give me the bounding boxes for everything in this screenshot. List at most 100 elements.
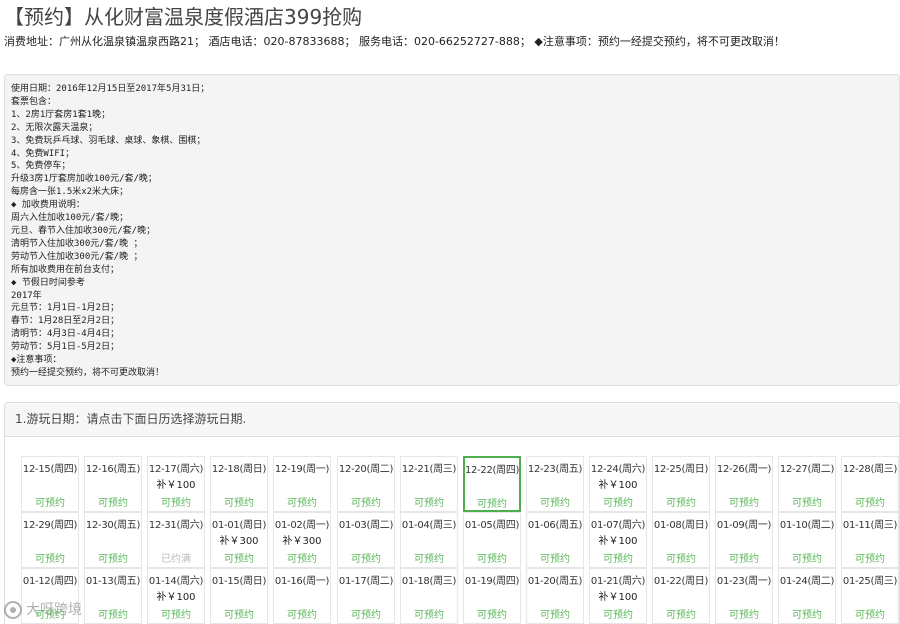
calendar-day-cell[interactable]: 12-15(周四) 可预约	[21, 456, 79, 512]
detail-line: 1、2房1厅套房1套1晚；	[11, 109, 111, 120]
day-status: 可预约	[351, 498, 381, 509]
calendar-day-cell[interactable]: 01-04(周三) 可预约	[400, 512, 458, 568]
day-date-label: 12-19(周一)	[274, 464, 330, 475]
day-date-label: 01-07(周六)	[590, 520, 646, 531]
detail-line: 元旦节：1月1日-1月2日；	[11, 303, 120, 314]
day-status: 可预约	[792, 498, 822, 509]
day-date-label: 01-22(周日)	[653, 576, 709, 587]
calendar-day-cell[interactable]: 12-23(周五) 可预约	[526, 456, 584, 512]
calendar-day-cell[interactable]: 01-09(周一) 可预约	[715, 512, 773, 568]
calendar-day-cell[interactable]: 01-17(周二) 可预约	[337, 568, 395, 624]
calendar-day-cell[interactable]: 01-21(周六) 补￥100 可预约	[589, 568, 647, 624]
day-date-label: 12-17(周六)	[148, 464, 204, 475]
detail-line: 3、免费玩乒乓球、羽毛球、桌球、象棋、围棋；	[11, 135, 206, 146]
day-date-label: 01-10(周二)	[779, 520, 835, 531]
day-date-label: 01-06(周五)	[527, 520, 583, 531]
calendar-day-cell[interactable]: 12-25(周日) 可预约	[652, 456, 710, 512]
day-date-label: 01-21(周六)	[590, 576, 646, 587]
day-surcharge: 补￥100	[598, 536, 638, 547]
calendar-day-cell[interactable]: 01-06(周五) 可预约	[526, 512, 584, 568]
day-status: 可预约	[666, 610, 696, 621]
calendar-day-cell[interactable]: 12-16(周五) 可预约	[84, 456, 142, 512]
calendar-day-cell[interactable]: 01-19(周四) 可预约	[463, 568, 521, 624]
detail-line: 2017年	[11, 290, 42, 301]
calendar-day-cell[interactable]: 01-05(周四) 可预约	[463, 512, 521, 568]
day-date-label: 01-13(周五)	[85, 576, 141, 587]
detail-line: ◆ 加收费用说明：	[11, 200, 85, 211]
day-status: 可预约	[540, 498, 570, 509]
calendar-day-cell[interactable]: 01-24(周二) 可预约	[778, 568, 836, 624]
day-date-label: 01-11(周三)	[842, 520, 898, 531]
calendar-day-cell[interactable]: 12-29(周四) 可预约	[21, 512, 79, 568]
day-status: 可预约	[603, 554, 633, 565]
day-date-label: 01-25(周三)	[842, 576, 898, 587]
day-status: 可预约	[351, 554, 381, 565]
day-status: 可预约	[729, 498, 759, 509]
page-title: 【预约】从化财富温泉度假酒店399抢购	[4, 5, 363, 29]
day-status: 可预约	[792, 610, 822, 621]
calendar-day-cell[interactable]: 01-01(周日) 补￥300 可预约	[210, 512, 268, 568]
calendar-day-cell[interactable]: 01-03(周二) 可预约	[337, 512, 395, 568]
day-status: 可预约	[224, 554, 254, 565]
day-surcharge: 补￥100	[156, 480, 196, 491]
calendar-day-cell[interactable]: 01-07(周六) 补￥100 可预约	[589, 512, 647, 568]
day-status: 可预约	[666, 498, 696, 509]
calendar-day-cell[interactable]: 01-22(周日) 可预约	[652, 568, 710, 624]
detail-line: ◆ 节假日时间参考	[11, 277, 85, 288]
day-date-label: 01-19(周四)	[464, 576, 520, 587]
calendar-day-cell[interactable]: 01-14(周六) 补￥100 可预约	[147, 568, 205, 624]
calendar-day-cell[interactable]: 01-08(周日) 可预约	[652, 512, 710, 568]
detail-line: ◆注意事项：	[11, 355, 62, 366]
calendar-day-cell[interactable]: 12-20(周二) 可预约	[337, 456, 395, 512]
calendar-day-cell[interactable]: 01-18(周三) 可预约	[400, 568, 458, 624]
detail-line: 套票包含：	[11, 96, 57, 107]
day-date-label: 12-31(周六)	[148, 520, 204, 531]
calendar-day-cell[interactable]: 01-02(周一) 补￥300 可预约	[273, 512, 331, 568]
calendar-day-cell[interactable]: 12-21(周三) 可预约	[400, 456, 458, 512]
calendar-day-cell[interactable]: 01-20(周五) 可预约	[526, 568, 584, 624]
detail-line: 清明节入住加收300元/套/晚 ；	[11, 238, 143, 249]
calendar-day-cell[interactable]: 12-28(周三) 可预约	[841, 456, 899, 512]
detail-line: 4、免费WIFI；	[11, 148, 75, 159]
calendar-day-cell[interactable]: 12-17(周六) 补￥100 可预约	[147, 456, 205, 512]
calendar-day-cell[interactable]: 12-18(周日) 可预约	[210, 456, 268, 512]
detail-line: 每房含一张1.5米x2米大床；	[11, 187, 129, 198]
calendar-day-cell[interactable]: 12-24(周六) 补￥100 可预约	[589, 456, 647, 512]
day-date-label: 12-23(周五)	[527, 464, 583, 475]
calendar-day-cell[interactable]: 12-26(周一) 可预约	[715, 456, 773, 512]
day-status: 可预约	[477, 554, 507, 565]
day-status: 可预约	[792, 554, 822, 565]
day-status: 可预约	[414, 498, 444, 509]
day-date-label: 12-22(周四)	[465, 465, 520, 476]
calendar-day-cell[interactable]: 01-23(周一) 可预约	[715, 568, 773, 624]
detail-line: 春节：1月28日至2月2日；	[11, 316, 120, 327]
watermark-logo-icon	[4, 601, 22, 619]
calendar-day-cell[interactable]: 12-22(周四) 可预约	[463, 456, 521, 512]
address-text: 消费地址：广州从化温泉镇温泉西路21；	[4, 35, 205, 48]
detail-line: 周六入住加收100元/套/晚；	[11, 213, 129, 224]
day-status: 可预约	[414, 610, 444, 621]
day-status: 可预约	[603, 610, 633, 621]
day-date-label: 12-30(周五)	[85, 520, 141, 531]
day-status: 可预约	[855, 610, 885, 621]
day-status: 可预约	[98, 610, 128, 621]
day-date-label: 01-17(周二)	[338, 576, 394, 587]
day-status: 可预约	[540, 610, 570, 621]
calendar-day-cell[interactable]: 01-16(周一) 可预约	[273, 568, 331, 624]
calendar-day-cell[interactable]: 12-19(周一) 可预约	[273, 456, 331, 512]
calendar-day-cell[interactable]: 01-11(周三) 可预约	[841, 512, 899, 568]
calendar-day-cell[interactable]: 01-10(周二) 可预约	[778, 512, 836, 568]
date-calendar: 12-15(周四) 可预约 12-16(周五) 可预约 12-17(周六) 补￥100 可预…	[4, 436, 900, 624]
detail-line: 5、免费停车；	[11, 161, 71, 172]
calendar-day-cell[interactable]: 12-27(周二) 可预约	[778, 456, 836, 512]
day-status: 可预约	[35, 498, 65, 509]
day-status: 可预约	[729, 610, 759, 621]
calendar-day-cell[interactable]: 12-30(周五) 可预约	[84, 512, 142, 568]
calendar-day-cell[interactable]: 01-15(周日) 可预约	[210, 568, 268, 624]
calendar-day-cell[interactable]: 01-13(周五) 可预约	[84, 568, 142, 624]
day-surcharge: 补￥100	[598, 592, 638, 603]
day-status: 可预约	[477, 499, 507, 510]
calendar-day-cell[interactable]: 01-25(周三) 可预约	[841, 568, 899, 624]
day-status: 已约满	[161, 554, 191, 565]
detail-line: 2、无限次露天温泉；	[11, 122, 98, 133]
